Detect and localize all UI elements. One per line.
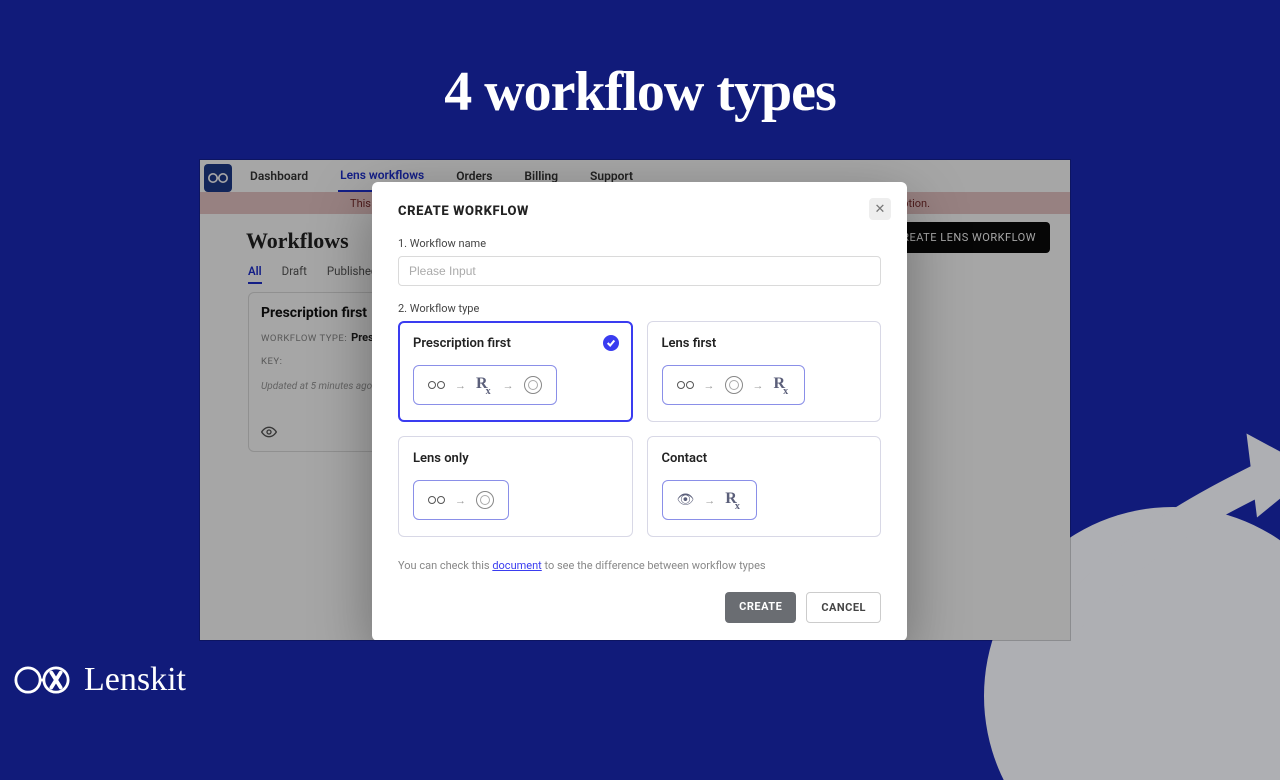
wtype-title: Contact: [662, 451, 867, 466]
flow-diagram: → → Rx: [662, 365, 806, 405]
wtype-title: Lens first: [662, 336, 867, 351]
lenskit-logo-icon: [14, 652, 70, 708]
lens-icon: [524, 376, 542, 394]
modal-title: CREATE WORKFLOW: [398, 204, 881, 219]
helper-text: You can check this document to see the d…: [398, 559, 881, 572]
glasses-icon: [428, 381, 445, 389]
arrow-icon: →: [704, 379, 715, 392]
step-2-label: 2. Workflow type: [398, 302, 881, 315]
rx-icon: Rx: [476, 375, 493, 395]
cancel-button[interactable]: CANCEL: [806, 592, 881, 623]
contact-icon: 👁︎: [677, 492, 695, 508]
wtype-title: Lens only: [413, 451, 618, 466]
workflow-type-grid: Prescription first → Rx → Lens first →: [398, 321, 881, 537]
workflow-type-lens-only[interactable]: Lens only →: [398, 436, 633, 537]
rx-icon: Rx: [725, 490, 742, 510]
flow-diagram: 👁︎ → Rx: [662, 480, 757, 520]
flow-diagram: →: [413, 480, 509, 520]
app-screenshot: Dashboard Lens workflows Orders Billing …: [200, 160, 1070, 640]
create-workflow-modal: CREATE WORKFLOW ✕ 1. Workflow name 2. Wo…: [372, 182, 907, 640]
arrow-icon: →: [455, 379, 466, 392]
arrow-icon: →: [503, 379, 514, 392]
document-link[interactable]: document: [492, 559, 541, 572]
brand: Lenskit: [14, 652, 186, 708]
lens-icon: [725, 376, 743, 394]
lens-icon: [476, 491, 494, 509]
arrow-icon: →: [753, 379, 764, 392]
slide-title: 4 workflow types: [0, 0, 1280, 124]
wtype-title: Prescription first: [413, 336, 618, 351]
workflow-name-input[interactable]: [398, 256, 881, 286]
step-1-label: 1. Workflow name: [398, 237, 881, 250]
close-icon[interactable]: ✕: [869, 198, 891, 220]
create-button[interactable]: CREATE: [725, 592, 796, 623]
arrow-icon: →: [455, 494, 466, 507]
workflow-type-lens-first[interactable]: Lens first → → Rx: [647, 321, 882, 422]
rx-icon: Rx: [774, 375, 791, 395]
modal-actions: CREATE CANCEL: [398, 592, 881, 623]
glasses-icon: [677, 381, 694, 389]
workflow-type-contact[interactable]: Contact 👁︎ → Rx: [647, 436, 882, 537]
check-icon: [603, 335, 619, 351]
slide: 4 workflow types Dashboard Lens workflow…: [0, 0, 1280, 720]
brand-name: Lenskit: [84, 661, 186, 699]
arrow-icon: →: [704, 494, 715, 507]
glasses-icon: [428, 496, 445, 504]
flow-diagram: → Rx →: [413, 365, 557, 405]
workflow-type-prescription-first[interactable]: Prescription first → Rx →: [398, 321, 633, 422]
